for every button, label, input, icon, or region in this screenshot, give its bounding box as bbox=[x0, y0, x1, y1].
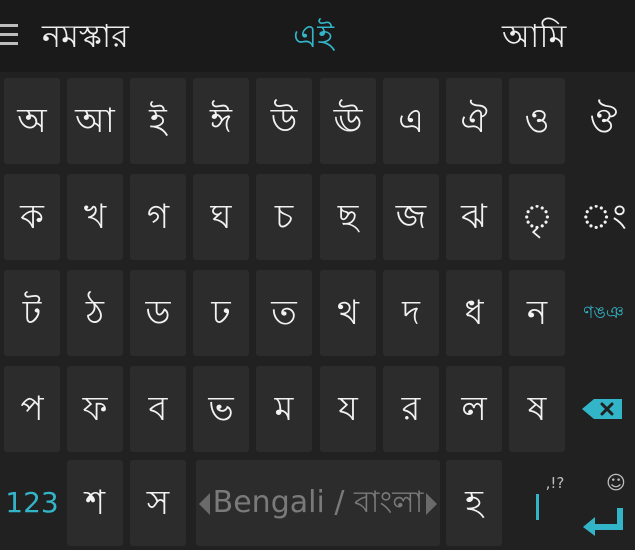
key-vowel[interactable]: অ bbox=[4, 78, 60, 164]
key-vowel[interactable]: ই bbox=[130, 78, 186, 164]
numbers-key[interactable]: 123 bbox=[4, 460, 60, 546]
key-consonant[interactable]: ল bbox=[446, 366, 502, 452]
key-consonant[interactable]: ঢ bbox=[193, 270, 249, 356]
key-consonant[interactable]: ব bbox=[130, 366, 186, 452]
key-vowel[interactable]: ঔ bbox=[572, 78, 635, 164]
key-consonant[interactable]: ছ bbox=[320, 174, 376, 260]
key-consonant[interactable]: জ bbox=[383, 174, 439, 260]
key-consonant[interactable]: শ bbox=[67, 460, 123, 546]
key-consonant[interactable]: গ bbox=[130, 174, 186, 260]
key-consonant[interactable]: থ bbox=[320, 270, 376, 356]
key-consonant[interactable]: খ bbox=[67, 174, 123, 260]
key-anusvara[interactable]: ং bbox=[572, 174, 635, 260]
suggestion-left[interactable]: নমস্কার bbox=[42, 0, 129, 72]
key-vowel[interactable]: ও bbox=[509, 78, 565, 164]
key-vowel[interactable]: ঊ bbox=[320, 78, 376, 164]
space-bar-label: Bengali / বাংলা bbox=[212, 485, 424, 520]
space-bar[interactable]: Bengali / বাংলা bbox=[196, 460, 440, 546]
key-consonant[interactable]: ভ bbox=[193, 366, 249, 452]
key-vowel[interactable]: আ bbox=[67, 78, 123, 164]
suggestion-middle[interactable]: এই bbox=[293, 0, 334, 72]
key-consonant[interactable]: দ bbox=[383, 270, 439, 356]
key-consonant[interactable]: প bbox=[4, 366, 60, 452]
hamburger-menu-icon[interactable] bbox=[0, 24, 18, 46]
suggestion-bar: নমস্কার এই আমি bbox=[0, 0, 635, 72]
enter-icon bbox=[583, 508, 623, 536]
key-consonant[interactable]: ত bbox=[256, 270, 312, 356]
key-consonant[interactable]: র bbox=[383, 366, 439, 452]
key-consonant[interactable]: ন bbox=[509, 270, 565, 356]
enter-key[interactable]: ,!? ☺ bbox=[536, 460, 635, 546]
key-more-consonants[interactable]: ণঙঞ bbox=[572, 270, 635, 356]
key-consonant[interactable]: ঘ bbox=[193, 174, 249, 260]
suggestion-right[interactable]: আমি bbox=[502, 0, 566, 72]
backspace-icon bbox=[582, 399, 622, 419]
key-vowel[interactable]: ঈ bbox=[193, 78, 249, 164]
punctuation-hint: ,!? bbox=[545, 474, 565, 492]
key-consonant[interactable]: স bbox=[130, 460, 186, 546]
key-consonant[interactable]: ট bbox=[4, 270, 60, 356]
chevron-right-icon bbox=[426, 492, 438, 515]
key-consonant[interactable]: ষ bbox=[509, 366, 565, 452]
key-consonant[interactable]: ফ bbox=[67, 366, 123, 452]
cursor-hint-bar bbox=[536, 494, 539, 520]
key-consonant[interactable]: ধ bbox=[446, 270, 502, 356]
chevron-left-icon bbox=[198, 492, 210, 515]
key-consonant[interactable]: ড bbox=[130, 270, 186, 356]
key-vowel-sign[interactable]: ৃ bbox=[509, 174, 565, 260]
smiley-icon: ☺ bbox=[606, 472, 626, 494]
key-consonant[interactable]: হ bbox=[446, 460, 502, 546]
key-consonant[interactable]: ক bbox=[4, 174, 60, 260]
key-vowel[interactable]: এ bbox=[383, 78, 439, 164]
key-vowel[interactable]: উ bbox=[256, 78, 312, 164]
key-consonant[interactable]: ঠ bbox=[67, 270, 123, 356]
key-consonant[interactable]: ম bbox=[256, 366, 312, 452]
keyboard: অ আ ই ঈ উ ঊ এ ঐ ও ঔ ক খ গ ঘ চ ছ জ ঝ ৃ ং … bbox=[0, 72, 635, 550]
key-vowel[interactable]: ঐ bbox=[446, 78, 502, 164]
backspace-key[interactable] bbox=[572, 366, 635, 452]
key-consonant[interactable]: ঝ bbox=[446, 174, 502, 260]
key-consonant[interactable]: চ bbox=[256, 174, 312, 260]
key-consonant[interactable]: য bbox=[320, 366, 376, 452]
